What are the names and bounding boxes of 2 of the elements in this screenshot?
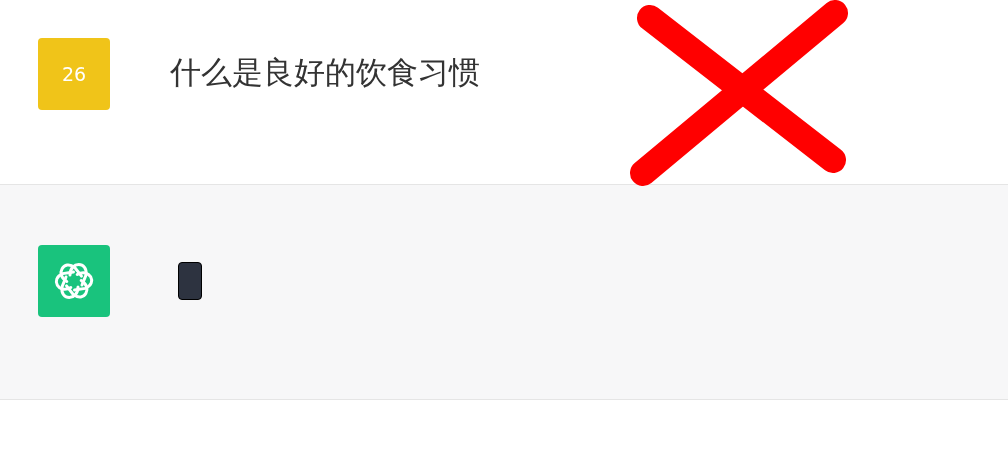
user-message: 什么是良好的饮食习惯 xyxy=(170,53,480,92)
user-avatar: 26 xyxy=(38,38,110,110)
